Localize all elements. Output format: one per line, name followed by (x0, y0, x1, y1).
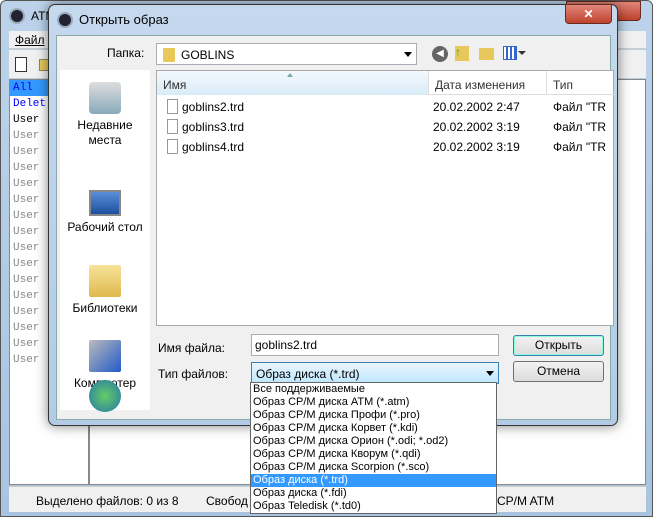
place-label: Библиотеки (72, 301, 138, 315)
open-image-dialog: Открыть образ ✕ Папка: GOBLINS ◀ ↑ Недав… (48, 4, 618, 426)
folder-icon (163, 48, 175, 62)
file-list-header: Имя Дата изменения Тип (157, 71, 615, 95)
chevron-down-icon (486, 371, 494, 376)
file-date: 20.02.2002 2:47 (433, 100, 520, 114)
file-name: goblins2.trd (182, 100, 245, 114)
places-bar: Недавние места Рабочий стол Библиотеки К… (60, 70, 150, 412)
filetype-option[interactable]: Образ CP/M диска Орион (*.odi; *.od2) (251, 435, 496, 448)
folder-combo[interactable]: GOBLINS (156, 43, 417, 65)
computer-icon (89, 340, 121, 372)
filetype-label: Тип файлов: (158, 367, 229, 381)
file-date: 20.02.2002 3:19 (433, 140, 520, 154)
filename-input[interactable] (251, 334, 499, 356)
file-type: Файл "TR (553, 120, 607, 134)
status-free: Свобод (206, 494, 248, 508)
file-type: Файл "TR (553, 100, 607, 114)
file-name: goblins4.trd (182, 140, 245, 154)
filetype-option[interactable]: Образ диска (*.trd) (251, 474, 496, 487)
filetype-select[interactable]: Образ диска (*.trd) (251, 362, 499, 384)
filetype-option[interactable]: Образ диска (*.fdi) (251, 487, 496, 500)
libraries-icon (89, 265, 121, 297)
filetype-option[interactable]: Образ CP/M диска Корвет (*.kdi) (251, 422, 496, 435)
column-date[interactable]: Дата изменения (429, 71, 547, 95)
filetype-option[interactable]: Образ CP/M диска Профи (*.pro) (251, 409, 496, 422)
up-folder-icon[interactable]: ↑ (455, 46, 469, 61)
app-icon (9, 8, 25, 24)
filetype-value: Образ диска (*.trd) (256, 367, 360, 381)
filetype-option[interactable]: Все поддерживаемые (251, 383, 496, 396)
file-row[interactable]: goblins2.trd 20.02.2002 2:47 Файл "TR (157, 97, 615, 117)
status-format: CP/M ATM (497, 494, 555, 508)
dialog-title: Открыть образ (79, 12, 169, 27)
open-button[interactable]: Открыть (513, 335, 604, 356)
cancel-button[interactable]: Отмена (513, 361, 604, 382)
menu-file[interactable]: Файл (15, 33, 45, 47)
filename-label: Имя файла: (158, 341, 225, 355)
file-row[interactable]: goblins4.trd 20.02.2002 3:19 Файл "TR (157, 137, 615, 157)
status-selected: Выделено файлов: 0 из 8 (36, 494, 179, 508)
chevron-down-icon (404, 52, 412, 57)
view-menu-icon[interactable] (503, 46, 517, 60)
file-icon (167, 119, 178, 134)
dialog-body: Папка: GOBLINS ◀ ↑ Недавние места Рабочи… (56, 35, 615, 420)
filetype-dropdown-list[interactable]: Все поддерживаемые Образ CP/M диска ATM (… (250, 382, 497, 514)
recent-places-icon (89, 82, 121, 114)
folder-label: Папка: (107, 46, 145, 60)
new-file-icon[interactable] (15, 57, 27, 72)
file-icon (167, 99, 178, 114)
column-name[interactable]: Имя (157, 71, 429, 95)
filetype-option[interactable]: Образ Teledisk (*.td0) (251, 500, 496, 513)
file-row[interactable]: goblins3.trd 20.02.2002 3:19 Файл "TR (157, 117, 615, 137)
new-folder-icon[interactable] (479, 48, 494, 60)
column-type[interactable]: Тип (547, 71, 615, 95)
back-icon[interactable]: ◀ (432, 46, 448, 62)
network-icon (89, 380, 121, 412)
filetype-option[interactable]: Образ CP/M диска Кворум (*.qdi) (251, 448, 496, 461)
filetype-option[interactable]: Образ CP/M диска Scorpion (*.sco) (251, 461, 496, 474)
place-recent[interactable]: Недавние места (60, 82, 150, 148)
file-name: goblins3.trd (182, 120, 245, 134)
folder-name: GOBLINS (181, 48, 235, 62)
file-list[interactable]: Имя Дата изменения Тип goblins2.trd 20.02… (156, 70, 615, 326)
place-label: Недавние места (77, 118, 133, 147)
sort-up-icon (287, 73, 293, 77)
file-type: Файл "TR (553, 140, 607, 154)
place-network[interactable] (60, 380, 150, 416)
view-chevron-icon[interactable] (518, 51, 526, 59)
dialog-close-button[interactable]: ✕ (565, 4, 612, 24)
file-icon (167, 139, 178, 154)
place-desktop[interactable]: Рабочий стол (60, 190, 150, 235)
desktop-icon (89, 190, 121, 216)
dialog-icon (57, 12, 73, 28)
place-libraries[interactable]: Библиотеки (60, 265, 150, 316)
place-label: Рабочий стол (67, 220, 143, 234)
file-date: 20.02.2002 3:19 (433, 120, 520, 134)
filetype-option[interactable]: Образ CP/M диска ATM (*.atm) (251, 396, 496, 409)
